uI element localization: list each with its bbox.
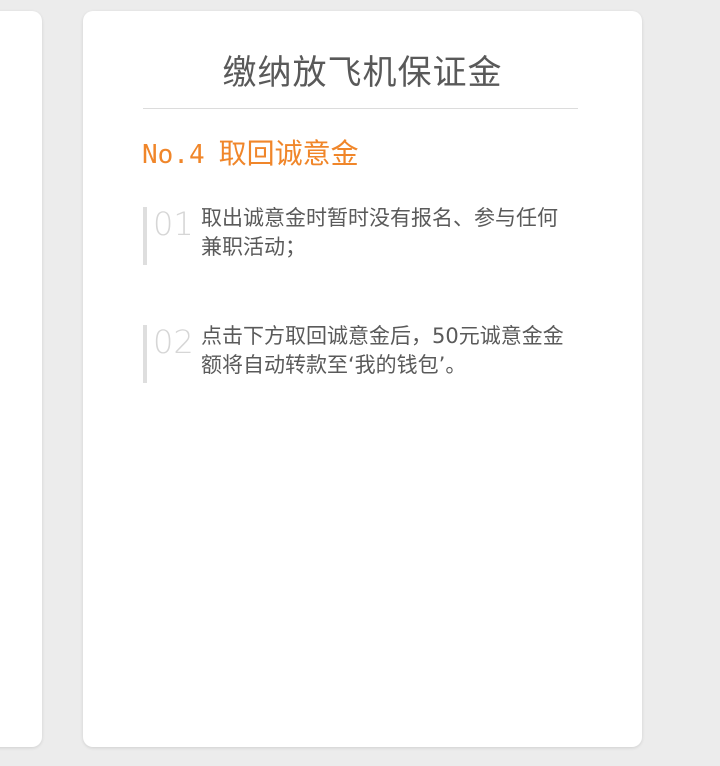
section-heading: No.4 取回诚意金 [142, 136, 359, 173]
step-number: 02 [153, 323, 194, 361]
card-title: 缴纳放飞机保证金 [222, 53, 503, 93]
previous-card-edge [0, 11, 42, 747]
step-text: 点击下方取回诚意金后，50元诚意金金额将自动转款至‘我的钱包’。 [201, 324, 564, 377]
step-text: 取出诚意金时暂时没有报名、参与任何兼职活动； [201, 206, 558, 259]
step-item-1: 01 取出诚意金时暂时没有报名、参与任何兼职活动； [143, 205, 567, 265]
section-number: No.4 [142, 140, 205, 170]
deposit-info-card: 缴纳放飞机保证金 No.4 取回诚意金 01 取出诚意金时暂时没有报名、参与任何兼… [83, 11, 642, 747]
step-item-2: 02 点击下方取回诚意金后，50元诚意金金额将自动转款至‘我的钱包’。 [143, 323, 567, 383]
section-label: 取回诚意金 [218, 137, 359, 170]
step-number: 01 [153, 205, 194, 243]
title-divider [143, 108, 578, 109]
